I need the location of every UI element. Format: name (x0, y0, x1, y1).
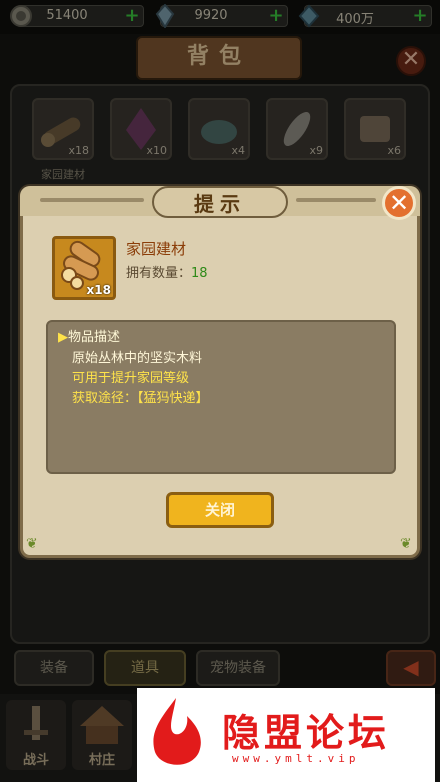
item-name: 家园建材 (126, 240, 187, 258)
triangle-right-icon: ▶ (58, 330, 68, 345)
description-heading-text: 物品描述 (68, 330, 121, 345)
dialog-close-text-button[interactable]: 关闭 (166, 492, 274, 528)
item-count-badge: x18 (86, 283, 111, 297)
header-ornament-left (40, 198, 144, 202)
watermark-text: 隐盟论坛 (222, 711, 391, 755)
owned-label: 拥有数量： (126, 266, 192, 281)
description-heading: ▶物品描述 (58, 326, 120, 345)
dialog-close-button[interactable]: ✕ (382, 186, 416, 220)
close-icon: ✕ (388, 189, 410, 217)
watermark-url: www.ymlt.vip (232, 752, 360, 765)
item-owned: 拥有数量：18 (126, 262, 208, 281)
item-icon-frame: x18 (52, 236, 116, 300)
owned-value: 18 (191, 266, 208, 281)
leaf-ornament-left-icon: ❦ (26, 536, 38, 552)
description-line-3: 获取途径：【猛犸快递】 (72, 391, 209, 406)
description-line-2: 可用于提升家园等级 (72, 371, 190, 386)
flame-logo-icon (153, 698, 201, 765)
dialog-title: 提示 (194, 192, 246, 216)
game-screen: 51400 + 9920 + 400万 + 背包 ✕ x18 家园建材 x10 … (0, 0, 440, 782)
header-ornament-right (296, 198, 376, 202)
description-line-1: 原始丛林中的坚实木料 (72, 351, 203, 366)
leaf-ornament-right-icon: ❦ (400, 536, 412, 552)
